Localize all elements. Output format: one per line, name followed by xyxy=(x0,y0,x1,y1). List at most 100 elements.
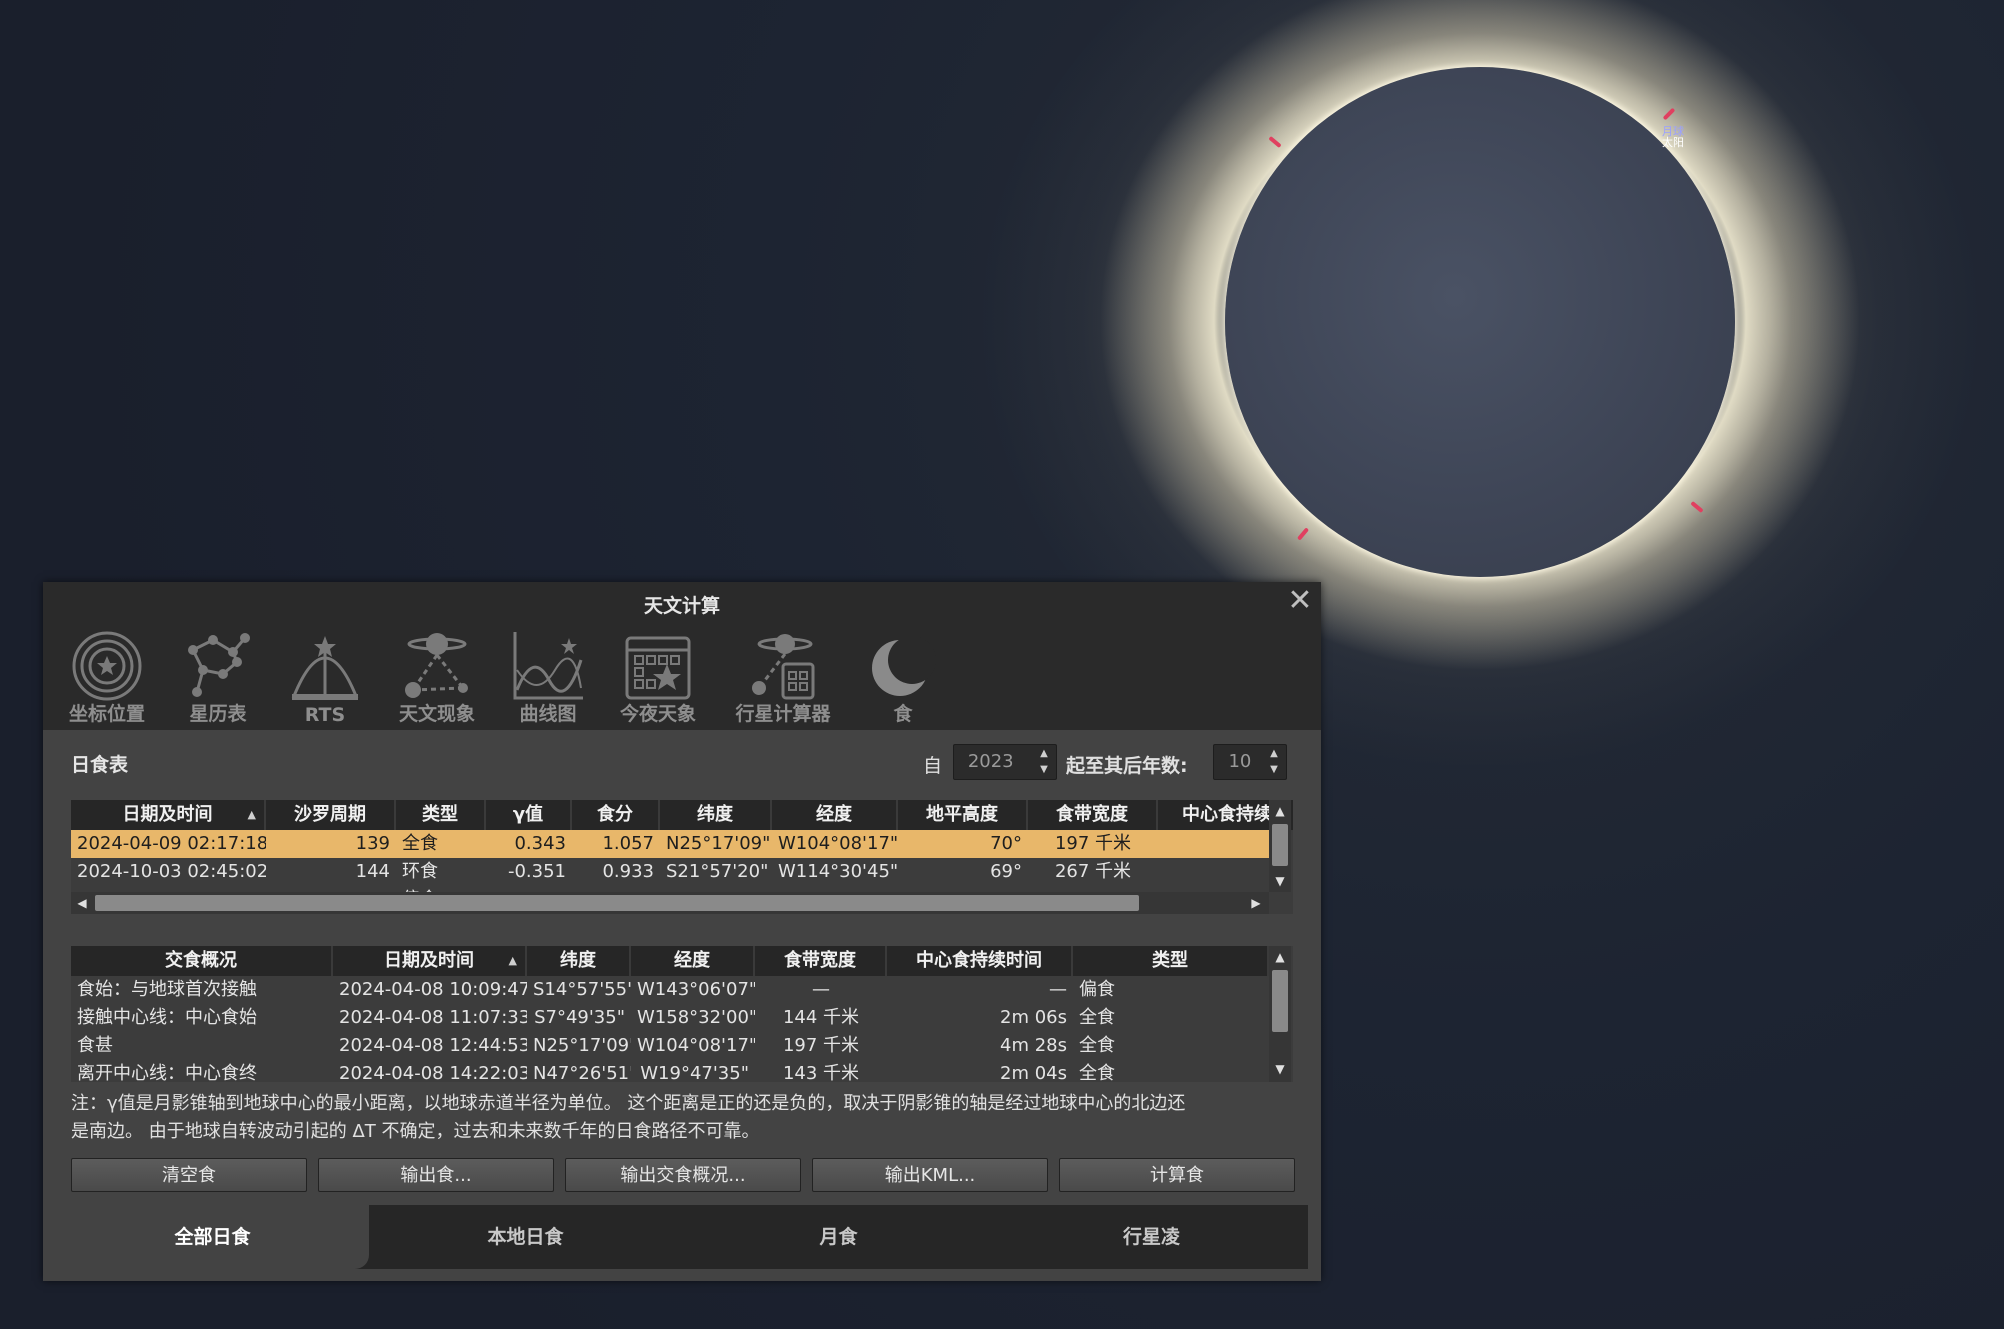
scroll-thumb[interactable] xyxy=(1272,824,1288,866)
compute-eclipses-button[interactable]: 计算食 xyxy=(1059,1158,1295,1192)
cell-path-width: 144 千米 xyxy=(782,1007,860,1028)
sort-asc-icon: ▲ xyxy=(247,808,256,821)
cell-longitude: W104°08'17" xyxy=(778,833,898,854)
tool-label: 坐标位置 xyxy=(68,703,145,725)
table-row[interactable]: 食甚 2024-04-08 12:44:53 N25°17'09" W104°0… xyxy=(71,1032,1269,1060)
column-header-type[interactable]: 类型 xyxy=(396,800,486,830)
tab-lunar-eclipses[interactable]: 月食 xyxy=(682,1205,995,1269)
cell-datetime: 2024-04-08 12:44:53 xyxy=(339,1035,527,1056)
eclipse-table-hscrollbar[interactable]: ◀ ▶ xyxy=(71,892,1269,914)
dialog-title: 天文计算 xyxy=(643,595,720,617)
column-header-central-duration[interactable]: 中心食持续时间 xyxy=(887,946,1073,976)
column-header-saros[interactable]: 沙罗周期 xyxy=(266,800,396,830)
tool-graphs[interactable]: 曲线图 xyxy=(503,622,593,730)
gamma-note: 注：γ值是月影锥轴到地球中心的最小距离，以地球赤道半径为单位。 这个距离是正的还… xyxy=(71,1090,1301,1146)
moon-sun-label: 月球 太阳 xyxy=(1662,126,1684,148)
cell-central-duration: 2m 04s xyxy=(1000,1063,1067,1082)
panel-title: 日食表 xyxy=(71,754,129,776)
tool-phenomena[interactable]: 天文现象 xyxy=(388,622,486,730)
scroll-thumb[interactable] xyxy=(95,895,1139,911)
column-header-contact[interactable]: 交食概况 xyxy=(71,946,333,976)
tool-tonight[interactable]: 今夜天象 xyxy=(608,622,708,730)
tab-transits[interactable]: 行星凌 xyxy=(995,1205,1308,1269)
table-row[interactable]: 2024-10-03 02:45:02 144 环食 -0.351 0.933 … xyxy=(71,858,1269,886)
tab-all-solar-eclipses[interactable]: 全部日食 xyxy=(56,1205,369,1269)
scroll-left-icon[interactable]: ◀ xyxy=(71,892,93,914)
table-row[interactable]: 2024-04-09 02:17:18 139 全食 0.343 1.057 N… xyxy=(71,830,1269,858)
scroll-thumb[interactable] xyxy=(1272,970,1288,1032)
cell-latitude: N25°17'09" xyxy=(533,1035,631,1056)
cell-central-duration: 4m 28s xyxy=(1000,1035,1067,1056)
target-star-icon xyxy=(72,631,142,701)
cell-path-width: 267 千米 xyxy=(1054,861,1132,882)
cell-central-duration: 2m 06s xyxy=(1000,1007,1067,1028)
tool-rts[interactable]: RTS xyxy=(285,622,365,730)
tab-local-solar-eclipses[interactable]: 本地日食 xyxy=(369,1205,682,1269)
column-header-path-width[interactable]: 食带宽度 xyxy=(755,946,887,976)
cell-type: 偏食 xyxy=(1079,979,1115,1000)
column-header-path-width[interactable]: 食带宽度 xyxy=(1028,800,1158,830)
cell-latitude: N47°26'51" xyxy=(533,1063,631,1082)
dialog-titlebar[interactable]: 天文计算 ✕ xyxy=(43,582,1321,622)
tool-coordinates[interactable]: 坐标位置 xyxy=(59,622,155,730)
spin-down-icon[interactable]: ▼ xyxy=(1034,762,1054,777)
cell-path-width: — xyxy=(812,979,830,1000)
cell-contact: 接触中心线：中心食始 xyxy=(77,1007,257,1028)
column-header-latitude[interactable]: 纬度 xyxy=(660,800,772,830)
cell-central-duration xyxy=(1158,858,1269,886)
scroll-up-icon[interactable]: ▲ xyxy=(1269,800,1291,822)
cell-contact: 食始：与地球首次接触 xyxy=(77,979,257,1000)
table-row[interactable]: 食始：与地球首次接触 2024-04-08 10:09:47 S14°57'55… xyxy=(71,976,1269,1004)
cell-latitude: S7°49'35" xyxy=(534,1007,625,1028)
tool-eclipses[interactable]: 食 xyxy=(863,622,943,730)
from-year-spinbox[interactable]: 2023 ▲ ▼ xyxy=(953,744,1057,780)
table-row[interactable]: 离开中心线：中心食终 2024-04-08 14:22:03 N47°26'51… xyxy=(71,1060,1269,1082)
column-header-longitude[interactable]: 经度 xyxy=(772,800,898,830)
column-header-datetime[interactable]: 日期及时间 ▲ xyxy=(333,946,527,976)
column-header-type[interactable]: 类型 xyxy=(1073,946,1269,976)
column-header-datetime[interactable]: 日期及时间 ▲ xyxy=(71,800,266,830)
cell-type: 全食 xyxy=(402,833,438,854)
from-year-label: 自 xyxy=(923,755,943,777)
cell-type: 全食 xyxy=(1079,1063,1115,1082)
planet-calculator-icon xyxy=(752,634,815,700)
export-kml-button[interactable]: 输出KML... xyxy=(812,1158,1048,1192)
cell-saros: 144 xyxy=(355,861,390,882)
column-header-altitude[interactable]: 地平高度 xyxy=(898,800,1028,830)
scroll-up-icon[interactable]: ▲ xyxy=(1269,946,1291,968)
eclipse-table-vscrollbar[interactable]: ▲ ▼ xyxy=(1269,800,1291,892)
cell-longitude: W19°47'35" xyxy=(640,1063,749,1082)
span-years-spinbox[interactable]: 10 ▲ ▼ xyxy=(1213,744,1287,780)
cell-longitude: W104°08'17" xyxy=(637,1035,755,1056)
column-header-gamma[interactable]: γ值 xyxy=(486,800,572,830)
column-header-magnitude[interactable]: 食分 xyxy=(572,800,660,830)
scroll-down-icon[interactable]: ▼ xyxy=(1269,1058,1291,1080)
spin-down-icon[interactable]: ▼ xyxy=(1264,762,1284,777)
tool-label: RTS xyxy=(304,704,346,726)
close-icon[interactable]: ✕ xyxy=(1285,586,1315,616)
export-contacts-button[interactable]: 输出交食概况... xyxy=(565,1158,801,1192)
table-row[interactable]: 接触中心线：中心食始 2024-04-08 11:07:33 S7°49'35"… xyxy=(71,1004,1269,1032)
moon-disk[interactable] xyxy=(1225,67,1735,577)
cell-datetime: 2024-04-08 10:09:47 xyxy=(339,979,527,1000)
column-header-longitude[interactable]: 经度 xyxy=(631,946,755,976)
scroll-down-icon[interactable]: ▼ xyxy=(1269,870,1291,892)
tool-label: 曲线图 xyxy=(519,703,577,725)
export-eclipses-button[interactable]: 输出食... xyxy=(318,1158,554,1192)
cell-datetime: 2024-10-03 02:45:02 xyxy=(77,861,266,882)
cell-saros: 139 xyxy=(355,833,390,854)
eclipse-tabs: 全部日食 本地日食 月食 行星凌 xyxy=(56,1205,1308,1269)
scroll-right-icon[interactable]: ▶ xyxy=(1245,892,1267,914)
column-header-latitude[interactable]: 纬度 xyxy=(527,946,631,976)
tool-label: 行星计算器 xyxy=(735,703,831,725)
clear-eclipses-button[interactable]: 清空食 xyxy=(71,1158,307,1192)
tool-ephemeris[interactable]: 星历表 xyxy=(173,622,263,730)
contacts-table-vscrollbar[interactable]: ▲ ▼ xyxy=(1269,946,1291,1082)
contacts-table-header: 交食概况 日期及时间 ▲ 纬度 经度 食带宽度 中心食持续时间 类型 xyxy=(71,946,1269,976)
spin-up-icon[interactable]: ▲ xyxy=(1034,746,1054,761)
cell-datetime: 2024-04-09 02:17:18 xyxy=(77,833,266,854)
tool-planet-calculator[interactable]: 行星计算器 xyxy=(723,622,843,730)
spin-up-icon[interactable]: ▲ xyxy=(1264,746,1284,761)
cell-path-width: 197 千米 xyxy=(1054,833,1132,854)
cell-gamma: 0.343 xyxy=(514,833,566,854)
